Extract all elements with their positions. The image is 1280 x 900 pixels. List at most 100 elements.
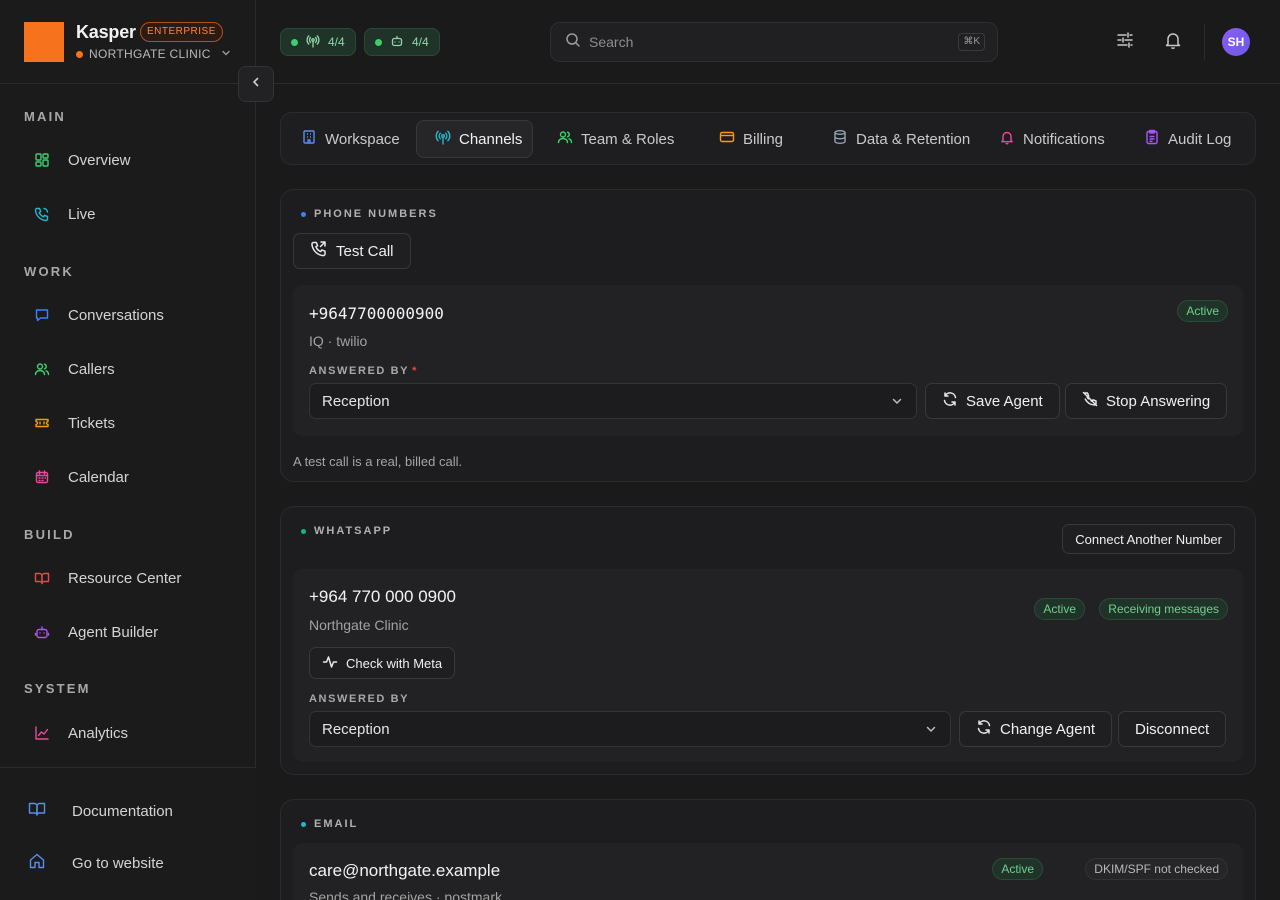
answered-by-text: ANSWERED BY	[309, 365, 410, 377]
search-shortcut-hint: ⌘K	[958, 33, 985, 51]
save-agent-button[interactable]: Save Agent	[925, 383, 1060, 419]
agent-select[interactable]: Reception	[309, 383, 917, 419]
notifications-button[interactable]	[1161, 30, 1185, 54]
agents-status-pill[interactable]: 4/4	[364, 28, 440, 56]
go-to-website-label: Go to website	[72, 854, 164, 872]
user-avatar[interactable]: SH	[1222, 28, 1250, 56]
save-agent-label: Save Agent	[966, 392, 1043, 410]
building-icon	[301, 129, 317, 149]
search-input[interactable]	[589, 34, 929, 50]
tab-label: Audit Log	[1168, 130, 1232, 148]
sidebar-item-resource-center[interactable]: Resource Center	[24, 558, 232, 598]
tab-workspace[interactable]: Workspace	[283, 120, 410, 158]
sidebar-item-overview[interactable]: Overview	[24, 140, 232, 180]
tab-label: Workspace	[325, 130, 400, 148]
bell-icon	[1163, 30, 1183, 55]
antenna-icon	[435, 129, 451, 149]
documentation-label: Documentation	[72, 802, 173, 820]
clipboard-icon	[1144, 129, 1160, 149]
filters-button[interactable]	[1113, 30, 1137, 54]
grid-icon	[24, 152, 60, 168]
test-call-label: Test Call	[336, 242, 394, 260]
status-badge: Active	[992, 858, 1043, 880]
users-icon	[24, 361, 60, 377]
agent-select[interactable]: Reception	[309, 711, 951, 747]
sidebar-item-label: Conversations	[68, 306, 164, 324]
activity-icon	[322, 654, 338, 673]
org-name: NORTHGATE CLINIC	[89, 47, 211, 61]
org-switcher[interactable]: NORTHGATE CLINIC	[76, 47, 231, 61]
required-mark: *	[412, 365, 418, 377]
dkim-spf-badge: DKIM/SPF not checked	[1085, 858, 1228, 880]
collapse-sidebar-button[interactable]	[238, 66, 274, 102]
phone-off-icon	[1082, 391, 1098, 411]
email-card: EMAIL care@northgate.example Sends and r…	[280, 799, 1256, 900]
connect-number-label: Connect Another Number	[1075, 531, 1222, 547]
email-address: care@northgate.example	[309, 861, 501, 880]
channels-status-pill[interactable]: 4/4	[280, 28, 356, 56]
sidebar-item-analytics[interactable]: Analytics	[24, 713, 232, 753]
tab-audit-log[interactable]: Audit Log	[1126, 120, 1241, 158]
sidebar-item-label: Resource Center	[68, 569, 182, 587]
search-box[interactable]: ⌘K	[550, 22, 998, 62]
calendar-icon	[24, 469, 60, 485]
tab-label: Team & Roles	[581, 130, 675, 148]
org-status-dot	[76, 50, 83, 58]
sidebar-item-tickets[interactable]: Tickets	[24, 403, 232, 443]
chevron-down-icon	[890, 394, 904, 412]
test-call-button[interactable]: Test Call	[293, 233, 411, 269]
documentation-link[interactable]: Documentation	[28, 801, 173, 821]
tab-label: Notifications	[1023, 130, 1105, 148]
go-to-website-link[interactable]: Go to website	[28, 853, 164, 873]
nav-section-system: SYSTEM	[24, 681, 91, 696]
connect-another-number-button[interactable]: Connect Another Number	[1062, 524, 1235, 554]
check-with-meta-button[interactable]: Check with Meta	[309, 647, 456, 679]
ticket-icon	[24, 415, 60, 431]
tab-team-roles[interactable]: Team & Roles	[539, 120, 684, 158]
email-section-title: EMAIL	[301, 818, 358, 830]
home-icon	[28, 853, 46, 873]
status-badge: Active	[1034, 598, 1085, 620]
tab-notifications[interactable]: Notifications	[981, 120, 1115, 158]
tab-label: Billing	[743, 130, 784, 148]
card-icon	[719, 129, 735, 149]
answered-by-label: ANSWERED BY *	[309, 365, 418, 377]
sidebar-item-label: Tickets	[68, 414, 115, 432]
phone-call-icon	[310, 240, 328, 262]
disconnect-label: Disconnect	[1135, 720, 1210, 738]
answered-by-label: ANSWERED BY	[309, 693, 410, 705]
refresh-icon	[976, 719, 992, 739]
email-address-row: care@northgate.example Sends and receive…	[293, 843, 1243, 900]
status-dot	[375, 38, 382, 46]
tab-label: Data & Retention	[856, 130, 971, 148]
tab-channels[interactable]: Channels	[416, 120, 534, 158]
refresh-icon	[942, 391, 958, 411]
tab-billing[interactable]: Billing	[701, 120, 793, 158]
sidebar-item-label: Agent Builder	[68, 623, 159, 641]
app-logo	[24, 22, 64, 62]
sidebar-item-calendar[interactable]: Calendar	[24, 457, 232, 497]
agent-select-value: Reception	[322, 392, 390, 410]
disconnect-button[interactable]: Disconnect	[1118, 711, 1227, 747]
bot-icon	[390, 34, 404, 51]
email-meta: Sends and receives · postmark	[309, 889, 502, 900]
whatsapp-business-name: Northgate Clinic	[309, 617, 409, 633]
change-agent-label: Change Agent	[1000, 720, 1096, 738]
sliders-icon	[1115, 30, 1135, 55]
brand-header: Kasper ENTERPRISE NORTHGATE CLINIC	[0, 0, 256, 84]
section-title-text: PHONE NUMBERS	[314, 208, 438, 220]
stop-answering-label: Stop Answering	[1106, 392, 1211, 410]
sidebar-item-conversations[interactable]: Conversations	[24, 295, 232, 335]
book-icon	[24, 570, 60, 586]
sidebar-item-label: Live	[68, 205, 96, 223]
tab-data-retention[interactable]: Data & Retention	[814, 120, 980, 158]
database-icon	[832, 129, 848, 149]
agent-select-value: Reception	[322, 720, 390, 738]
antenna-icon	[306, 34, 320, 51]
sidebar-item-live[interactable]: Live	[24, 194, 232, 234]
receiving-badge: Receiving messages	[1099, 598, 1228, 620]
stop-answering-button[interactable]: Stop Answering	[1065, 383, 1228, 419]
sidebar-item-agent-builder[interactable]: Agent Builder	[24, 612, 232, 652]
sidebar-item-callers[interactable]: Callers	[24, 349, 232, 389]
change-agent-button[interactable]: Change Agent	[959, 711, 1113, 747]
